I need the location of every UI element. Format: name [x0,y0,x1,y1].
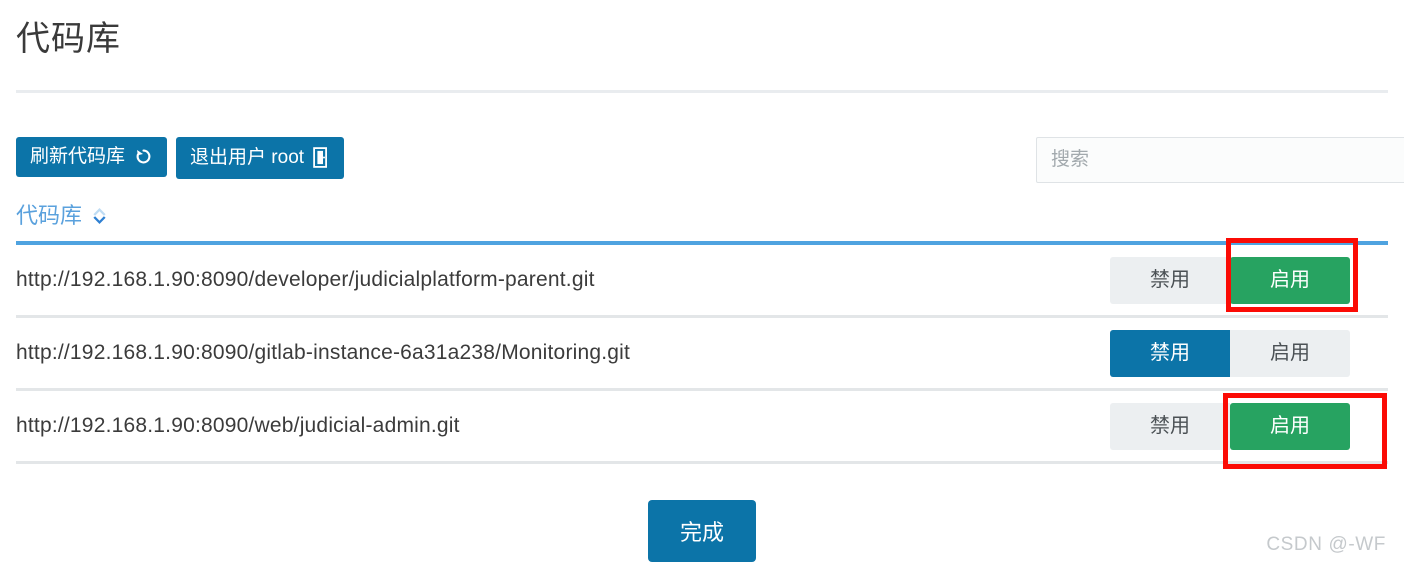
table-header-row: 代码库 [16,201,1388,245]
repositories-table: 代码库 http://192.168.1.90:8090/developer/j… [16,201,1388,464]
enable-button[interactable]: 启用 [1230,402,1350,450]
disable-button[interactable]: 禁用 [1110,329,1230,377]
sign-out-door-icon [313,147,330,168]
page-title: 代码库 [16,20,121,58]
repo-state-toggle-group: 禁用 启用 [1110,402,1350,450]
repo-url: http://192.168.1.90:8090/developer/judic… [16,268,595,291]
refresh-repos-button[interactable]: 刷新代码库 [16,137,168,177]
done-button[interactable]: 完成 [647,500,756,562]
table-row: http://192.168.1.90:8090/gitlab-instance… [16,318,1388,391]
repo-url: http://192.168.1.90:8090/gitlab-instance… [16,341,631,364]
sort-updown-icon [91,205,108,227]
watermark: CSDN @-WF [1266,534,1386,555]
enable-button[interactable]: 启用 [1230,256,1350,304]
column-header-repo-label: 代码库 [16,203,83,228]
refresh-repos-label: 刷新代码库 [30,146,126,167]
logout-label: 退出用户 root [190,147,305,168]
repo-url: http://192.168.1.90:8090/web/judicial-ad… [16,414,460,437]
refresh-arrow-icon [134,147,153,166]
disable-button[interactable]: 禁用 [1110,402,1230,450]
title-divider [16,90,1388,93]
enable-button[interactable]: 启用 [1230,329,1350,377]
repo-state-toggle-group: 禁用 启用 [1110,256,1350,304]
repo-state-toggle-group: 禁用 启用 [1110,329,1350,377]
search-container [1036,137,1404,183]
table-row: http://192.168.1.90:8090/developer/judic… [16,245,1388,318]
table-row: http://192.168.1.90:8090/web/judicial-ad… [16,391,1388,464]
disable-button[interactable]: 禁用 [1110,256,1230,304]
footer: 完成 [0,500,1404,562]
toolbar: 刷新代码库 退出用户 root [16,137,345,179]
logout-button[interactable]: 退出用户 root [176,137,345,179]
search-input[interactable] [1036,137,1404,183]
column-header-repo[interactable]: 代码库 [16,201,108,227]
